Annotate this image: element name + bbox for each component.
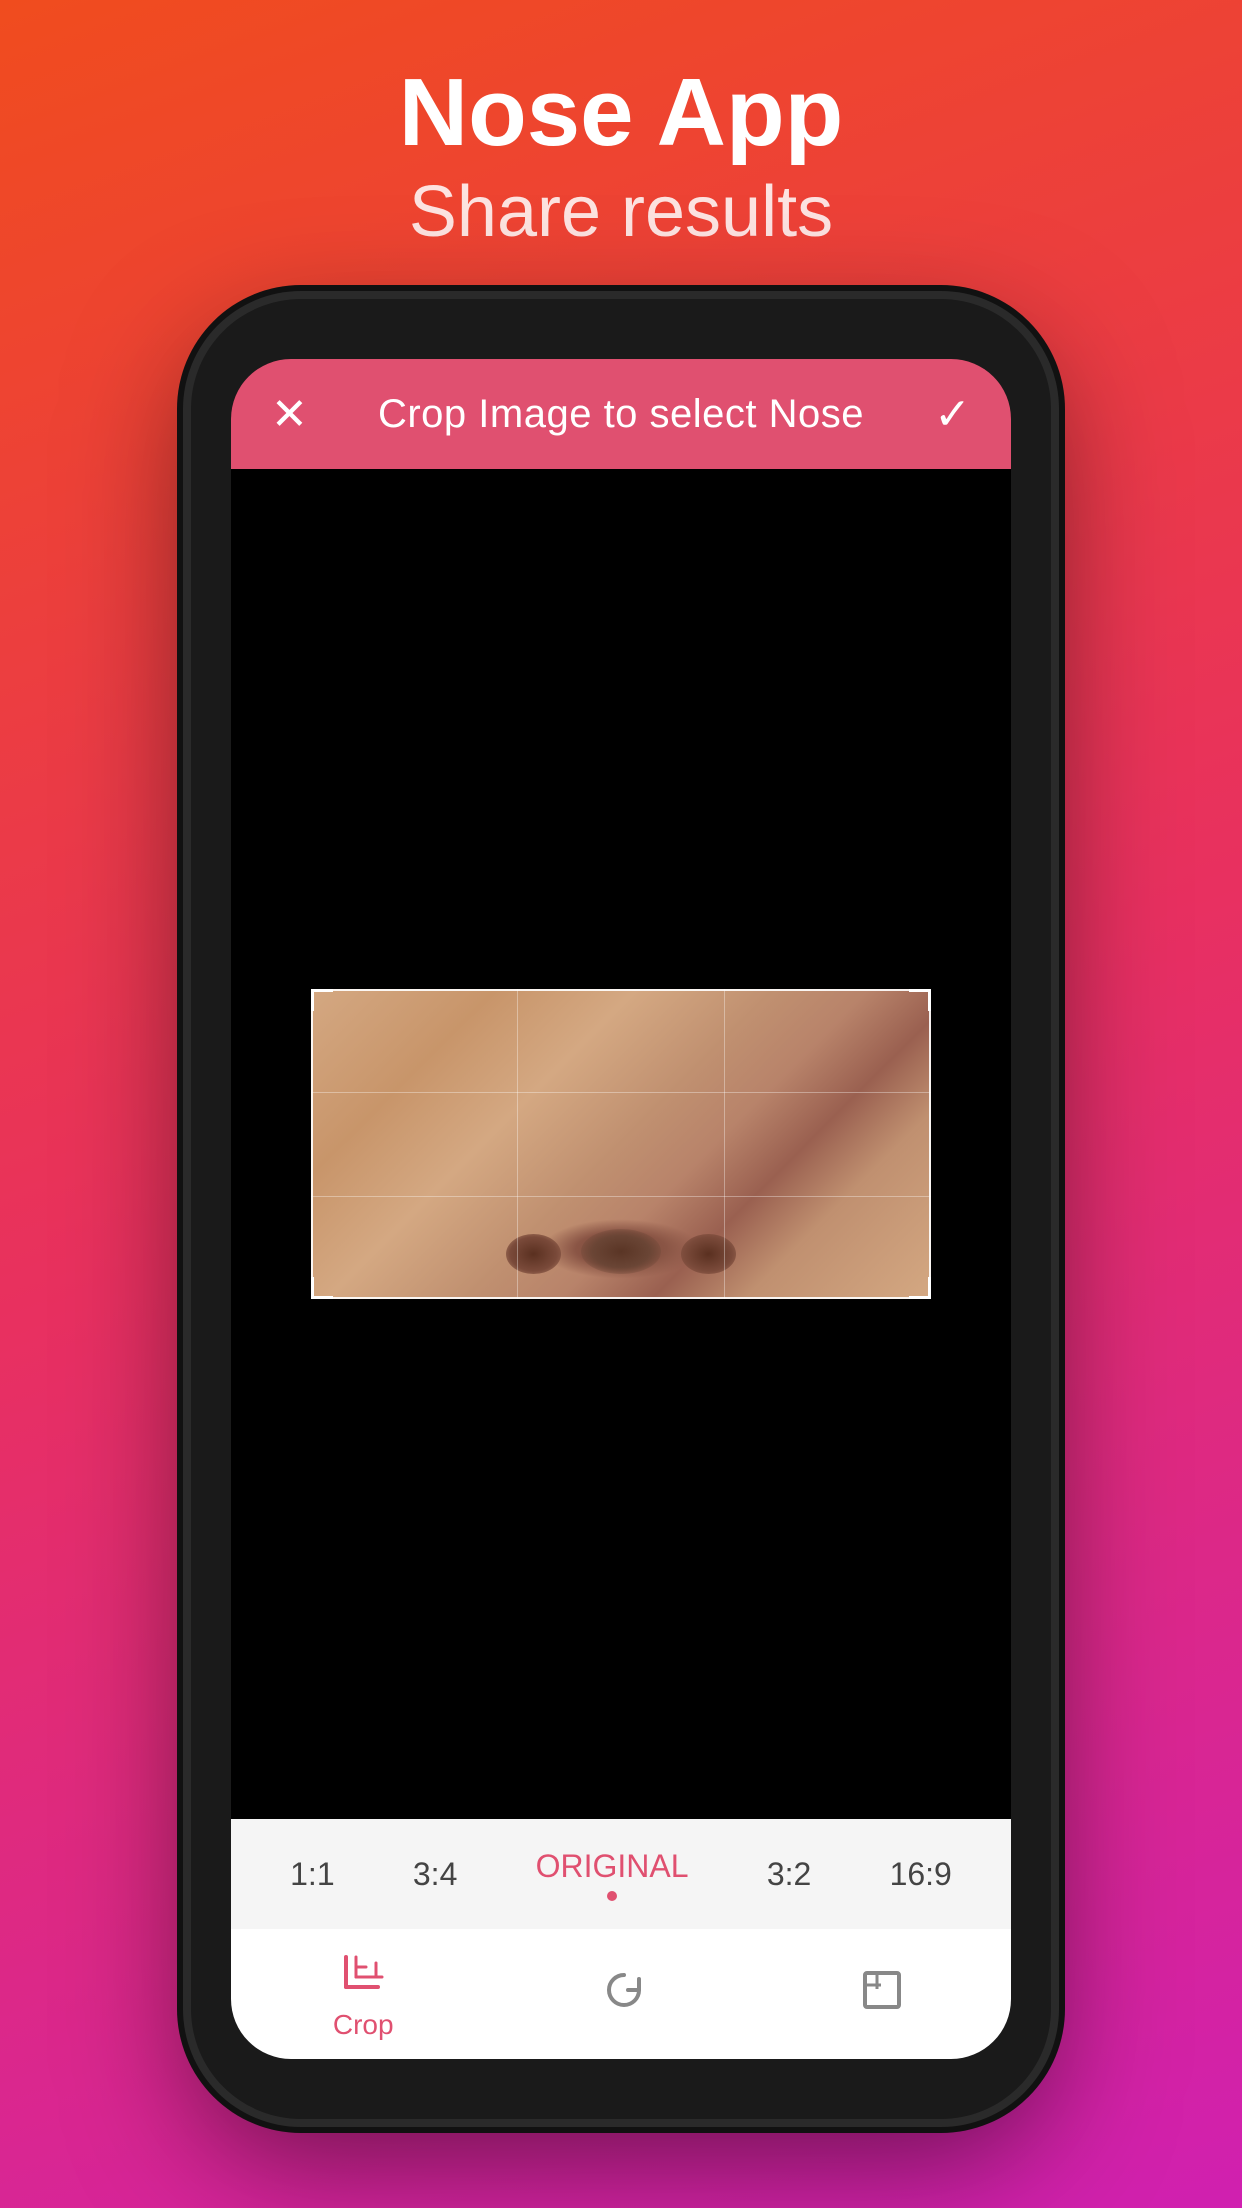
app-subtitle: Share results bbox=[0, 166, 1242, 260]
expand-tool-icon bbox=[855, 1963, 909, 2017]
ratio-item-16-9[interactable]: 16:9 bbox=[890, 1856, 952, 1893]
phone-screen: ✕ Crop Image to select Nose ✓ bbox=[231, 359, 1011, 2059]
ratio-item-original[interactable]: ORIGINAL bbox=[536, 1848, 689, 1901]
crop-tool-label: Crop bbox=[333, 2009, 394, 2041]
nose-image bbox=[311, 989, 931, 1299]
rotate-tool[interactable] bbox=[597, 1963, 651, 2025]
bottom-toolbar: Crop bbox=[231, 1929, 1011, 2059]
crop-image-container[interactable] bbox=[311, 989, 931, 1299]
app-header: Nose App Share results bbox=[0, 0, 1242, 299]
ratio-bar: 1:1 3:4 ORIGINAL 3:2 16:9 bbox=[231, 1819, 1011, 1929]
crop-area bbox=[231, 469, 1011, 1819]
rotate-tool-icon bbox=[597, 1963, 651, 2017]
ratio-item-3-2[interactable]: 3:2 bbox=[767, 1856, 811, 1893]
nostril-right bbox=[681, 1234, 736, 1274]
crop-toolbar: ✕ Crop Image to select Nose ✓ bbox=[231, 359, 1011, 469]
nostril-left bbox=[506, 1234, 561, 1274]
ratio-item-1-1[interactable]: 1:1 bbox=[290, 1856, 334, 1893]
crop-tool-icon bbox=[336, 1947, 390, 2001]
phone-frame: ✕ Crop Image to select Nose ✓ bbox=[191, 299, 1051, 2119]
toolbar-title: Crop Image to select Nose bbox=[378, 392, 864, 437]
crop-tool[interactable]: Crop bbox=[333, 1947, 394, 2041]
app-title: Nose App bbox=[0, 60, 1242, 166]
expand-tool[interactable] bbox=[855, 1963, 909, 2025]
confirm-icon[interactable]: ✓ bbox=[934, 389, 971, 440]
ratio-item-3-4[interactable]: 3:4 bbox=[413, 1856, 457, 1893]
ratio-active-dot bbox=[607, 1891, 617, 1901]
close-icon[interactable]: ✕ bbox=[271, 389, 308, 440]
